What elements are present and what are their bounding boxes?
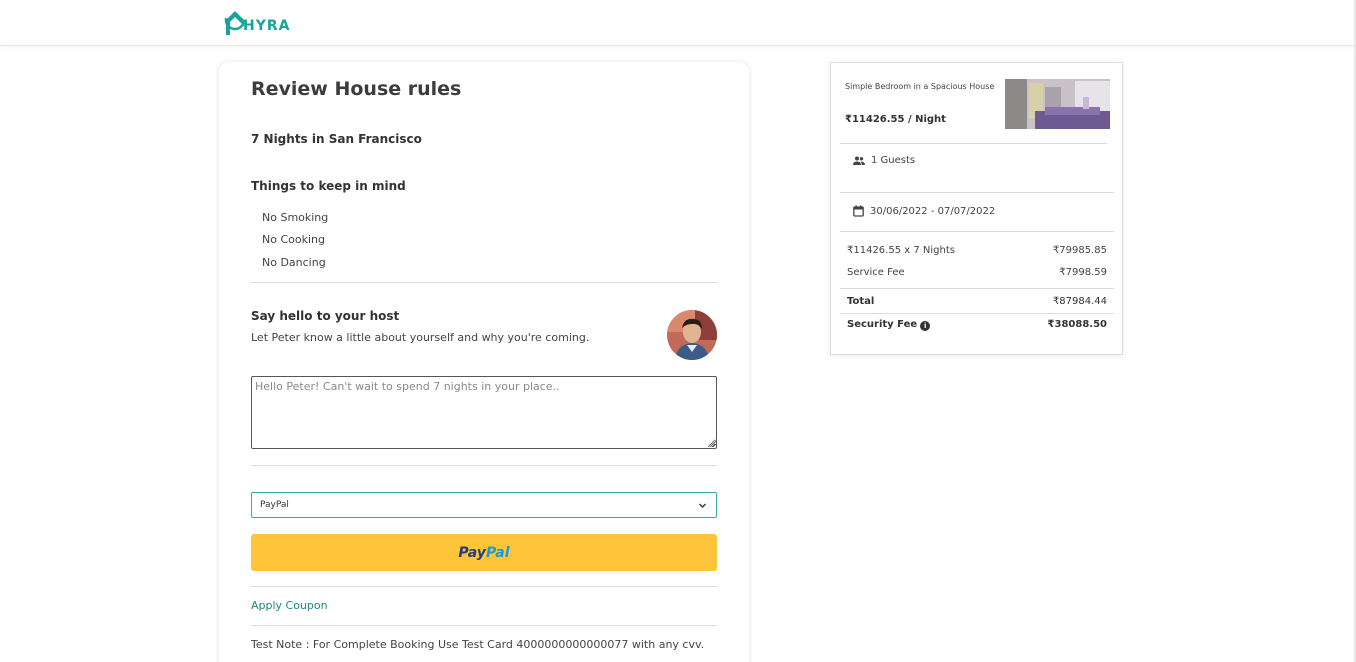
fee-label: Service Fee <box>847 267 905 278</box>
listing-image <box>1005 79 1110 129</box>
review-rules-card: Review House rules 7 Nights in San Franc… <box>219 62 749 662</box>
guests-count: 1 Guests <box>871 155 916 166</box>
security-fee-row: Security Fee i ₹38088.50 <box>847 319 1107 331</box>
page-title: Review House rules <box>251 78 462 100</box>
paypal-logo-pal: Pal <box>485 544 510 561</box>
paypal-button[interactable]: Pay Pal <box>251 534 717 571</box>
info-icon[interactable]: i <box>920 321 931 331</box>
payment-method-value: PayPal <box>260 500 289 510</box>
fee-row: ₹11426.55 x 7 Nights ₹79985.85 <box>847 245 1107 256</box>
summary-divider <box>840 313 1114 314</box>
booking-summary-card: Simple Bedroom in a Spacious House ₹1142… <box>830 62 1123 355</box>
total-label: Total <box>847 296 875 307</box>
chevron-down-icon <box>699 503 706 508</box>
rules-heading: Things to keep in mind <box>251 179 406 193</box>
security-fee-amount: ₹38088.50 <box>1047 319 1107 330</box>
total-row: Total ₹87984.44 <box>847 296 1107 307</box>
brand-logo[interactable]: HYRA <box>224 5 290 37</box>
fee-amount: ₹79985.85 <box>1052 245 1107 256</box>
rule-item: No Cooking <box>262 233 325 246</box>
test-note: Test Note : For Complete Booking Use Tes… <box>251 638 705 651</box>
host-description: Let Peter know a little about yourself a… <box>251 331 590 344</box>
host-avatar <box>667 310 717 360</box>
people-icon <box>853 156 865 165</box>
section-divider <box>251 625 717 626</box>
apply-coupon-link[interactable]: Apply Coupon <box>251 599 328 612</box>
summary-divider <box>840 143 1107 144</box>
fee-row: Service Fee ₹7998.59 <box>847 267 1107 278</box>
host-heading: Say hello to your host <box>251 309 400 323</box>
rule-item: No Dancing <box>262 256 326 269</box>
summary-divider <box>840 231 1114 232</box>
dates-row: 30/06/2022 - 07/07/2022 <box>853 205 995 217</box>
summary-divider <box>840 192 1114 193</box>
host-message-input[interactable] <box>251 376 717 449</box>
section-divider <box>251 282 717 283</box>
paypal-logo-pay: Pay <box>458 544 486 561</box>
brand-name: HYRA <box>243 18 291 34</box>
trip-summary: 7 Nights in San Francisco <box>251 132 422 146</box>
section-divider <box>251 586 717 587</box>
total-amount: ₹87984.44 <box>1052 296 1107 307</box>
listing-name: Simple Bedroom in a Spacious House <box>845 82 995 91</box>
calendar-icon <box>853 205 864 217</box>
section-divider <box>251 465 717 466</box>
rule-item: No Smoking <box>262 211 329 224</box>
top-navbar: HYRA <box>0 0 1356 46</box>
fee-amount: ₹7998.59 <box>1059 267 1107 278</box>
fee-label: ₹11426.55 x 7 Nights <box>847 245 955 256</box>
security-fee-label: Security Fee <box>847 319 918 330</box>
listing-price: ₹11426.55 / Night <box>845 114 946 125</box>
booking-dates: 30/06/2022 - 07/07/2022 <box>870 205 996 217</box>
guests-row: 1 Guests <box>853 155 915 166</box>
summary-divider <box>840 288 1114 289</box>
payment-method-select[interactable]: PayPal <box>251 492 717 518</box>
